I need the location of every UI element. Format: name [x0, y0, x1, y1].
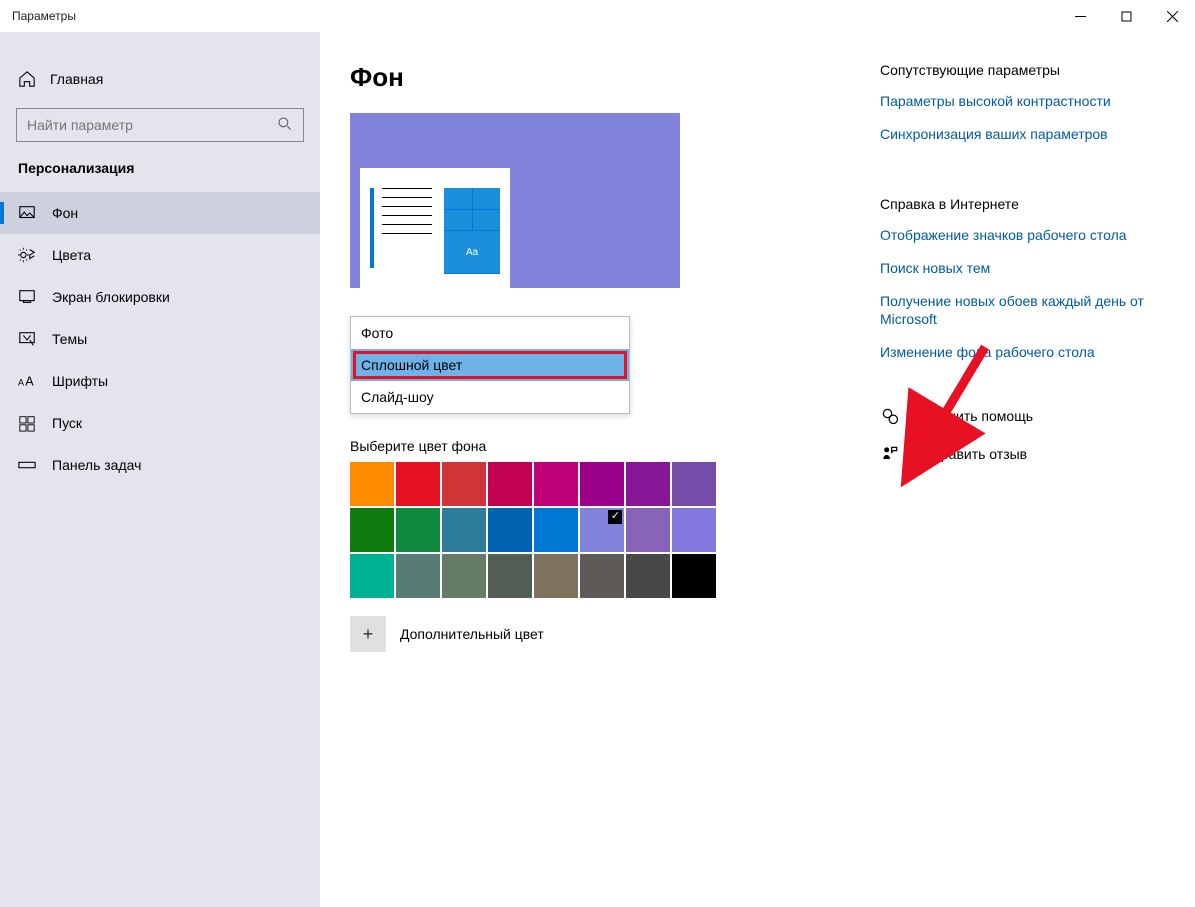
help-heading: Справка в Интернете: [880, 196, 1154, 212]
color-swatch-0[interactable]: [350, 462, 394, 506]
color-swatch-1[interactable]: [396, 462, 440, 506]
help-icon: [880, 406, 900, 426]
titlebar: Параметры: [0, 0, 1195, 32]
get-help-label: Получить помощь: [916, 408, 1033, 424]
feedback-label: Отправить отзыв: [916, 446, 1027, 462]
home-icon: [18, 70, 36, 88]
sidebar-item-4[interactable]: AA Шрифты: [0, 360, 320, 402]
home-label: Главная: [50, 71, 103, 87]
nav-icon-5: [18, 414, 36, 432]
content-area: Фон Aa ФотоСплошной цветСлай: [320, 32, 880, 907]
sidebar-item-5[interactable]: Пуск: [0, 402, 320, 444]
right-column: Сопутствующие параметры Параметры высоко…: [880, 32, 1180, 907]
sidebar: Главная Персонализация Фон Цвета Экран бло…: [0, 32, 320, 907]
custom-color-button[interactable]: +: [350, 616, 386, 652]
minimize-button[interactable]: [1057, 0, 1103, 32]
help-link-0[interactable]: Отображение значков рабочего стола: [880, 226, 1154, 245]
nav-icon-6: [18, 456, 36, 474]
sidebar-item-3[interactable]: Темы: [0, 318, 320, 360]
color-swatch-6[interactable]: [626, 462, 670, 506]
nav-label: Фон: [52, 205, 78, 221]
sidebar-item-1[interactable]: Цвета: [0, 234, 320, 276]
background-type-dropdown[interactable]: ФотоСплошной цветСлайд-шоу: [350, 316, 630, 414]
page-title: Фон: [350, 62, 880, 93]
color-swatch-5[interactable]: [580, 462, 624, 506]
window-title: Параметры: [12, 9, 76, 23]
color-swatch-2[interactable]: [442, 462, 486, 506]
close-button[interactable]: [1149, 0, 1195, 32]
help-link-1[interactable]: Поиск новых тем: [880, 259, 1154, 278]
dropdown-option-1[interactable]: Сплошной цвет: [351, 349, 629, 381]
color-swatch-23[interactable]: [672, 554, 716, 598]
search-input[interactable]: [27, 117, 277, 133]
search-box[interactable]: [16, 108, 304, 142]
section-heading: Персонализация: [0, 160, 320, 192]
nav-label: Панель задач: [52, 457, 141, 473]
get-help-link[interactable]: Получить помощь: [880, 406, 1154, 426]
svg-text:A: A: [25, 375, 34, 389]
nav-icon-4: AA: [18, 372, 36, 390]
nav-label: Шрифты: [52, 373, 108, 389]
sidebar-item-2[interactable]: Экран блокировки: [0, 276, 320, 318]
color-swatch-16[interactable]: [350, 554, 394, 598]
related-heading: Сопутствующие параметры: [880, 62, 1154, 78]
feedback-icon: [880, 444, 900, 464]
window-controls: [1057, 0, 1195, 32]
nav-label: Темы: [52, 331, 87, 347]
color-swatch-15[interactable]: [672, 508, 716, 552]
color-swatch-13[interactable]: [580, 508, 624, 552]
color-swatch-7[interactable]: [672, 462, 716, 506]
preview-aa-tile: Aa: [444, 231, 500, 273]
color-swatch-20[interactable]: [534, 554, 578, 598]
color-swatch-4[interactable]: [534, 462, 578, 506]
help-link-3[interactable]: Изменение фона рабочего стола: [880, 343, 1154, 362]
sidebar-item-6[interactable]: Панель задач: [0, 444, 320, 486]
svg-text:A: A: [18, 378, 24, 388]
color-swatch-18[interactable]: [442, 554, 486, 598]
nav-label: Пуск: [52, 415, 82, 431]
color-swatch-22[interactable]: [626, 554, 670, 598]
color-swatch-10[interactable]: [442, 508, 486, 552]
dropdown-option-2[interactable]: Слайд-шоу: [351, 381, 629, 413]
related-link-1[interactable]: Синхронизация ваших параметров: [880, 125, 1154, 144]
color-swatch-grid: [350, 462, 880, 598]
nav-label: Экран блокировки: [52, 289, 170, 305]
color-swatch-14[interactable]: [626, 508, 670, 552]
nav-label: Цвета: [52, 247, 91, 263]
help-link-2[interactable]: Получение новых обоев каждый день от Mic…: [880, 292, 1154, 330]
nav-icon-3: [18, 330, 36, 348]
color-swatch-11[interactable]: [488, 508, 532, 552]
home-link[interactable]: Главная: [0, 60, 320, 98]
custom-color-label: Дополнительный цвет: [400, 626, 544, 642]
nav-icon-1: [18, 246, 36, 264]
color-swatch-17[interactable]: [396, 554, 440, 598]
feedback-link[interactable]: Отправить отзыв: [880, 444, 1154, 464]
plus-icon: +: [363, 624, 374, 645]
color-swatch-21[interactable]: [580, 554, 624, 598]
pick-color-label: Выберите цвет фона: [350, 438, 880, 454]
color-swatch-19[interactable]: [488, 554, 532, 598]
color-swatch-8[interactable]: [350, 508, 394, 552]
related-link-0[interactable]: Параметры высокой контрастности: [880, 92, 1154, 111]
nav-icon-0: [18, 204, 36, 222]
nav-icon-2: [18, 288, 36, 306]
search-icon: [277, 116, 293, 135]
maximize-button[interactable]: [1103, 0, 1149, 32]
dropdown-option-0[interactable]: Фото: [351, 317, 629, 349]
color-swatch-12[interactable]: [534, 508, 578, 552]
color-swatch-3[interactable]: [488, 462, 532, 506]
desktop-preview: Aa: [350, 113, 680, 288]
color-swatch-9[interactable]: [396, 508, 440, 552]
sidebar-item-0[interactable]: Фон: [0, 192, 320, 234]
